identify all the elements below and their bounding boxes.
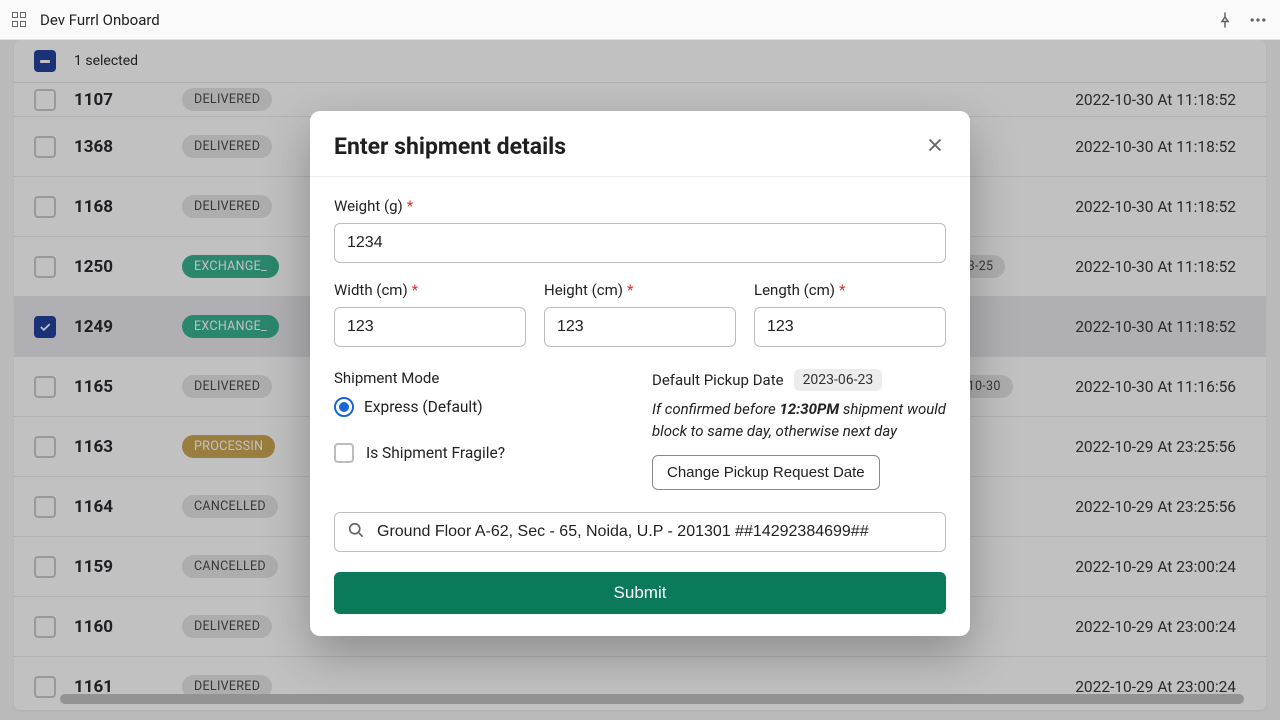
search-icon — [346, 520, 366, 544]
shipment-modal: Enter shipment details Weight (g)* Width… — [310, 111, 970, 636]
length-label: Length (cm)* — [754, 281, 946, 299]
weight-input[interactable] — [334, 223, 946, 263]
width-label: Width (cm)* — [334, 281, 526, 299]
mode-option-label: Express (Default) — [364, 398, 483, 416]
topbar: Dev Furrl Onboard — [0, 0, 1280, 40]
radio-checked-icon — [334, 397, 354, 417]
change-pickup-button[interactable]: Change Pickup Request Date — [652, 455, 880, 490]
modal-title: Enter shipment details — [334, 133, 566, 160]
pickup-date-pill: 2023-06-23 — [794, 369, 883, 391]
pin-icon[interactable] — [1216, 11, 1234, 29]
pickup-note: If confirmed before 12:30PM shipment wou… — [652, 399, 946, 443]
mode-express-radio[interactable]: Express (Default) — [334, 397, 628, 417]
length-input[interactable] — [754, 307, 946, 347]
fragile-label: Is Shipment Fragile? — [366, 444, 505, 462]
close-icon[interactable] — [924, 134, 946, 160]
mode-label: Shipment Mode — [334, 369, 628, 387]
submit-button[interactable]: Submit — [334, 572, 946, 614]
apps-icon[interactable] — [12, 12, 28, 28]
address-search-input[interactable] — [334, 512, 946, 552]
page-title: Dev Furrl Onboard — [40, 11, 160, 29]
weight-label: Weight (g)* — [334, 197, 946, 215]
more-icon[interactable] — [1248, 10, 1268, 30]
height-input[interactable] — [544, 307, 736, 347]
width-input[interactable] — [334, 307, 526, 347]
height-label: Height (cm)* — [544, 281, 736, 299]
fragile-checkbox[interactable] — [334, 443, 354, 463]
pickup-label: Default Pickup Date — [652, 371, 784, 389]
